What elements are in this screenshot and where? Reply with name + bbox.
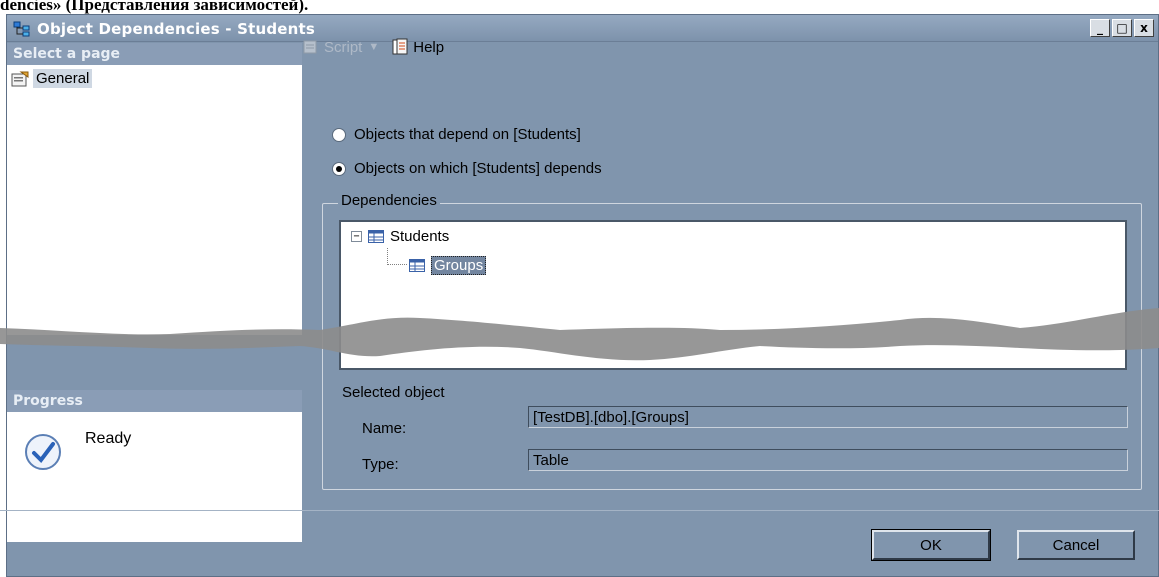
option-depend-on[interactable]: Objects that depend on [Students] (332, 126, 581, 143)
help-button[interactable]: Help (391, 38, 444, 56)
progress-panel: Ready (7, 412, 302, 542)
dependencies-legend: Dependencies (338, 192, 440, 209)
option-depends-label: Objects on which [Students] depends (354, 160, 602, 177)
status-text: Ready (85, 430, 132, 447)
tree-node-root-label: Students (390, 228, 450, 245)
type-label: Type: (362, 456, 399, 473)
select-page-heading: Select a page (7, 43, 302, 65)
dependencies-icon (13, 21, 30, 37)
help-label: Help (413, 38, 445, 56)
left-panel: Select a page General Progress Ready (7, 43, 302, 542)
name-label: Name: (362, 420, 407, 437)
window-controls: _ □ x (1090, 19, 1154, 37)
script-icon (303, 40, 317, 54)
page-item-label: General (33, 69, 93, 88)
collapse-icon[interactable]: − (351, 231, 362, 242)
table-icon (409, 259, 425, 272)
help-icon (392, 38, 408, 55)
tree-node-child[interactable]: Groups (409, 256, 487, 275)
window-title: Object Dependencies - Students (37, 20, 316, 38)
page-list: General (7, 65, 302, 335)
tree-connector (387, 248, 407, 265)
ok-button[interactable]: OK (871, 529, 991, 561)
table-icon (368, 230, 384, 243)
option-depends[interactable]: Objects on which [Students] depends (332, 160, 602, 177)
cancel-button[interactable]: Cancel (1017, 530, 1135, 560)
radio-depend-on[interactable] (332, 127, 346, 142)
maximize-button[interactable]: □ (1112, 19, 1132, 37)
tree-node-root[interactable]: − Students (351, 228, 449, 245)
chevron-down-icon[interactable]: ▼ (368, 41, 379, 53)
script-label: Script (324, 38, 363, 56)
torn-paper-overlay (0, 308, 1159, 361)
progress-heading: Progress (7, 390, 302, 412)
title-bar: Object Dependencies - Students _ □ x (7, 15, 1158, 42)
tree-node-child-label: Groups (431, 256, 487, 275)
footer-divider (0, 510, 1159, 511)
option-depend-on-label: Objects that depend on [Students] (354, 126, 581, 143)
minimize-button[interactable]: _ (1090, 19, 1110, 37)
page-item-general[interactable]: General (11, 69, 93, 88)
selected-object-title: Selected object (342, 384, 445, 401)
toolbar: Script ▼ Help (302, 34, 444, 60)
close-button[interactable]: x (1134, 19, 1154, 37)
properties-icon (11, 71, 29, 86)
type-field[interactable]: Table (528, 449, 1128, 471)
name-field[interactable]: [TestDB].[dbo].[Groups] (528, 406, 1128, 428)
script-button[interactable]: Script (302, 39, 362, 56)
check-icon (25, 434, 61, 470)
radio-depends[interactable] (332, 161, 346, 176)
